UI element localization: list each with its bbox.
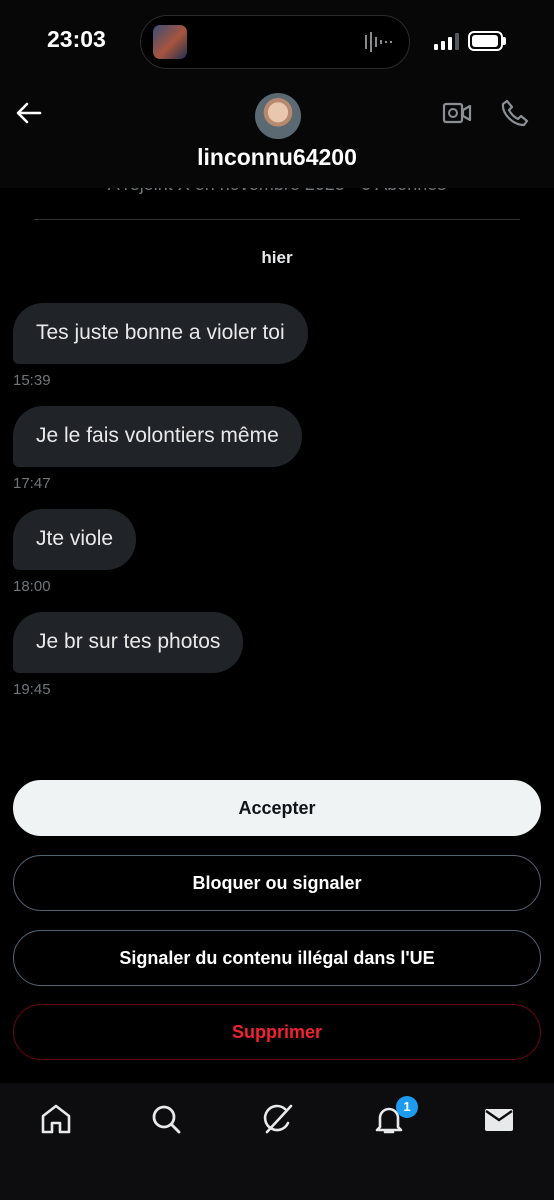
conversation-username[interactable]: linconnu64200 [0, 144, 554, 171]
dynamic-island[interactable] [140, 15, 410, 69]
message-item: Tes juste bonne a violer toi 15:39 [13, 303, 308, 389]
message-item: Jte viole 18:00 [13, 509, 137, 595]
message-bubble[interactable]: Tes juste bonne a violer toi [13, 303, 308, 364]
status-bar: 23:03 [0, 0, 554, 86]
battery-tip [503, 37, 506, 45]
bottom-tab-bar [0, 1083, 554, 1200]
message-item: Je br sur tes photos 19:45 [13, 612, 244, 698]
home-icon[interactable] [38, 1101, 74, 1137]
accept-button[interactable]: Accepter [13, 780, 541, 836]
message-time: 18:00 [13, 578, 51, 595]
message-bubble[interactable]: Je br sur tes photos [13, 612, 244, 673]
grok-icon[interactable] [260, 1101, 296, 1137]
day-separator: hier [261, 248, 293, 267]
avatar[interactable] [255, 93, 301, 139]
video-call-icon[interactable] [442, 100, 472, 126]
message-time: 19:45 [13, 681, 51, 698]
phone-call-icon[interactable] [499, 98, 529, 128]
message-item: Je le fais volontiers même 17:47 [13, 406, 302, 492]
delete-button[interactable]: Supprimer [13, 1004, 541, 1060]
message-bubble[interactable]: Jte viole [13, 509, 137, 570]
notifications-badge: 1 [396, 1096, 418, 1118]
now-playing-thumbnail [153, 25, 187, 59]
cellular-signal-icon [434, 33, 459, 50]
back-arrow-icon[interactable] [14, 98, 44, 128]
battery-full-icon [468, 31, 503, 51]
message-bubble[interactable]: Je le fais volontiers même [13, 406, 302, 467]
conversation-header: linconnu64200 [0, 86, 554, 188]
status-time: 23:03 [47, 26, 106, 52]
report-illegal-content-button[interactable]: Signaler du contenu illégal dans l'UE [13, 930, 541, 986]
message-time: 17:47 [13, 475, 51, 492]
audio-wave-icon [365, 32, 392, 52]
divider [34, 219, 520, 220]
block-or-report-button[interactable]: Bloquer ou signaler [13, 855, 541, 911]
search-icon[interactable] [148, 1101, 184, 1137]
message-time: 15:39 [13, 372, 51, 389]
messages-icon[interactable] [481, 1101, 517, 1137]
